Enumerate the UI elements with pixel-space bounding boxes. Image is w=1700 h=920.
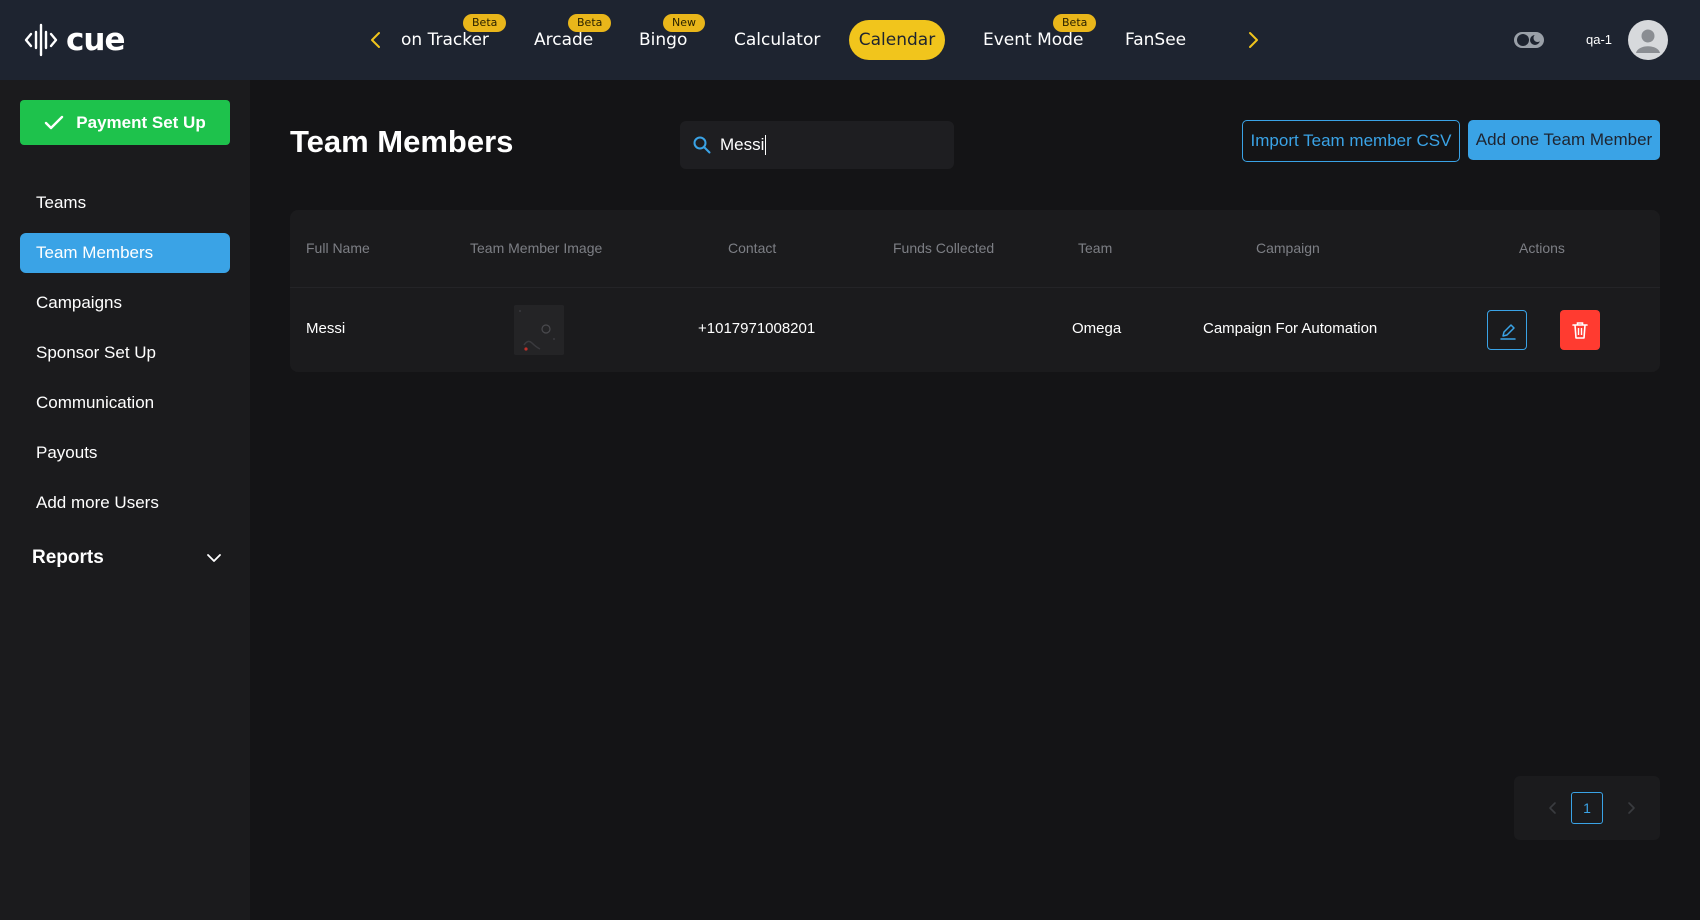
cell-full-name: Messi [306,320,346,337]
search-icon [693,136,711,154]
nav-item-calendar[interactable]: Calendar [849,20,945,60]
delete-button[interactable] [1560,310,1600,350]
nav-item-label: on Tracker [401,30,489,50]
username-label: qa-1 [1586,32,1613,47]
sidebar-item-payouts[interactable]: Payouts [20,433,230,473]
add-team-member-button[interactable]: Add one Team Member [1468,120,1660,160]
logo-mark-icon [24,23,58,57]
sidebar-item-team-members[interactable]: Team Members [20,233,230,273]
pagination: 1 [1514,776,1660,840]
page-number-button[interactable]: 1 [1571,792,1603,824]
nav-item-bingo[interactable]: Bingo New [639,14,705,60]
team-members-table: Full Name Team Member Image Contact Fund… [290,210,1660,372]
sidebar-item-add-more-users[interactable]: Add more Users [20,483,230,523]
text-caret [765,135,766,155]
cell-contact: +1017971008201 [698,320,816,337]
column-header-full-name: Full Name [306,240,370,256]
reports-label: Reports [32,547,104,568]
chevron-down-icon [207,554,221,562]
nav-item-label: Event Mode [983,30,1084,50]
beta-badge: Beta [463,14,507,32]
payment-setup-label: Payment Set Up [76,112,206,132]
nav-item-tracker[interactable]: on Tracker Beta [401,14,507,60]
column-header-contact: Contact [728,240,777,256]
edit-button[interactable] [1487,310,1527,350]
nav-item-fansee[interactable]: FanSee [1125,20,1186,60]
nav-item-label: Bingo [639,30,688,50]
user-avatar[interactable] [1628,20,1668,60]
checkmark-icon [45,115,64,129]
cell-team: Omega [1072,320,1122,337]
logo-text: cue [66,22,125,58]
column-header-campaign: Campaign [1256,240,1320,256]
theme-toggle-icon[interactable] [1513,30,1545,50]
sidebar-item-campaigns[interactable]: Campaigns [20,283,230,323]
user-avatar-icon [1636,29,1660,53]
chevron-left-icon[interactable] [1546,800,1560,816]
import-csv-button[interactable]: Import Team member CSV [1242,120,1460,162]
column-header-funds: Funds Collected [893,240,995,256]
app-logo[interactable]: cue [24,20,125,60]
column-header-image: Team Member Image [470,240,603,256]
sidebar-item-teams[interactable]: Teams [20,183,230,223]
table-header: Full Name Team Member Image Contact Fund… [290,210,1660,288]
column-header-actions: Actions [1519,240,1565,256]
search-box [680,121,954,169]
member-photo-icon [514,305,564,355]
edit-icon [1500,324,1516,340]
payment-setup-button[interactable]: Payment Set Up [20,100,230,145]
nav-item-calculator[interactable]: Calculator [734,20,820,60]
chevron-right-icon[interactable] [1243,28,1263,52]
beta-badge: Beta [1053,14,1097,32]
search-input[interactable] [720,129,940,161]
top-navigation-bar: cue on Tracker Beta Arcade Beta Bingo Ne… [0,0,1700,80]
page-title: Team Members [290,124,514,159]
nav-item-event-mode[interactable]: Event Mode Beta [983,14,1097,60]
chevron-left-icon[interactable] [366,28,386,52]
chevron-right-icon[interactable] [1624,800,1638,816]
team-member-image [514,305,564,355]
new-badge: New [663,14,705,32]
sidebar: Payment Set Up Teams Team Members Campai… [0,80,250,920]
trash-icon [1572,322,1588,339]
sidebar-reports-toggle[interactable]: Reports [32,540,222,576]
cell-campaign: Campaign For Automation [1203,320,1378,337]
nav-item-label: FanSee [1125,30,1187,50]
sidebar-item-communication[interactable]: Communication [20,383,230,423]
nav-item-label: Arcade [534,30,594,50]
sidebar-item-sponsor-setup[interactable]: Sponsor Set Up [20,333,230,373]
column-header-team: Team [1078,240,1113,256]
beta-badge: Beta [568,14,612,32]
nav-item-label: Calculator [734,30,821,50]
nav-item-arcade[interactable]: Arcade Beta [534,14,612,60]
